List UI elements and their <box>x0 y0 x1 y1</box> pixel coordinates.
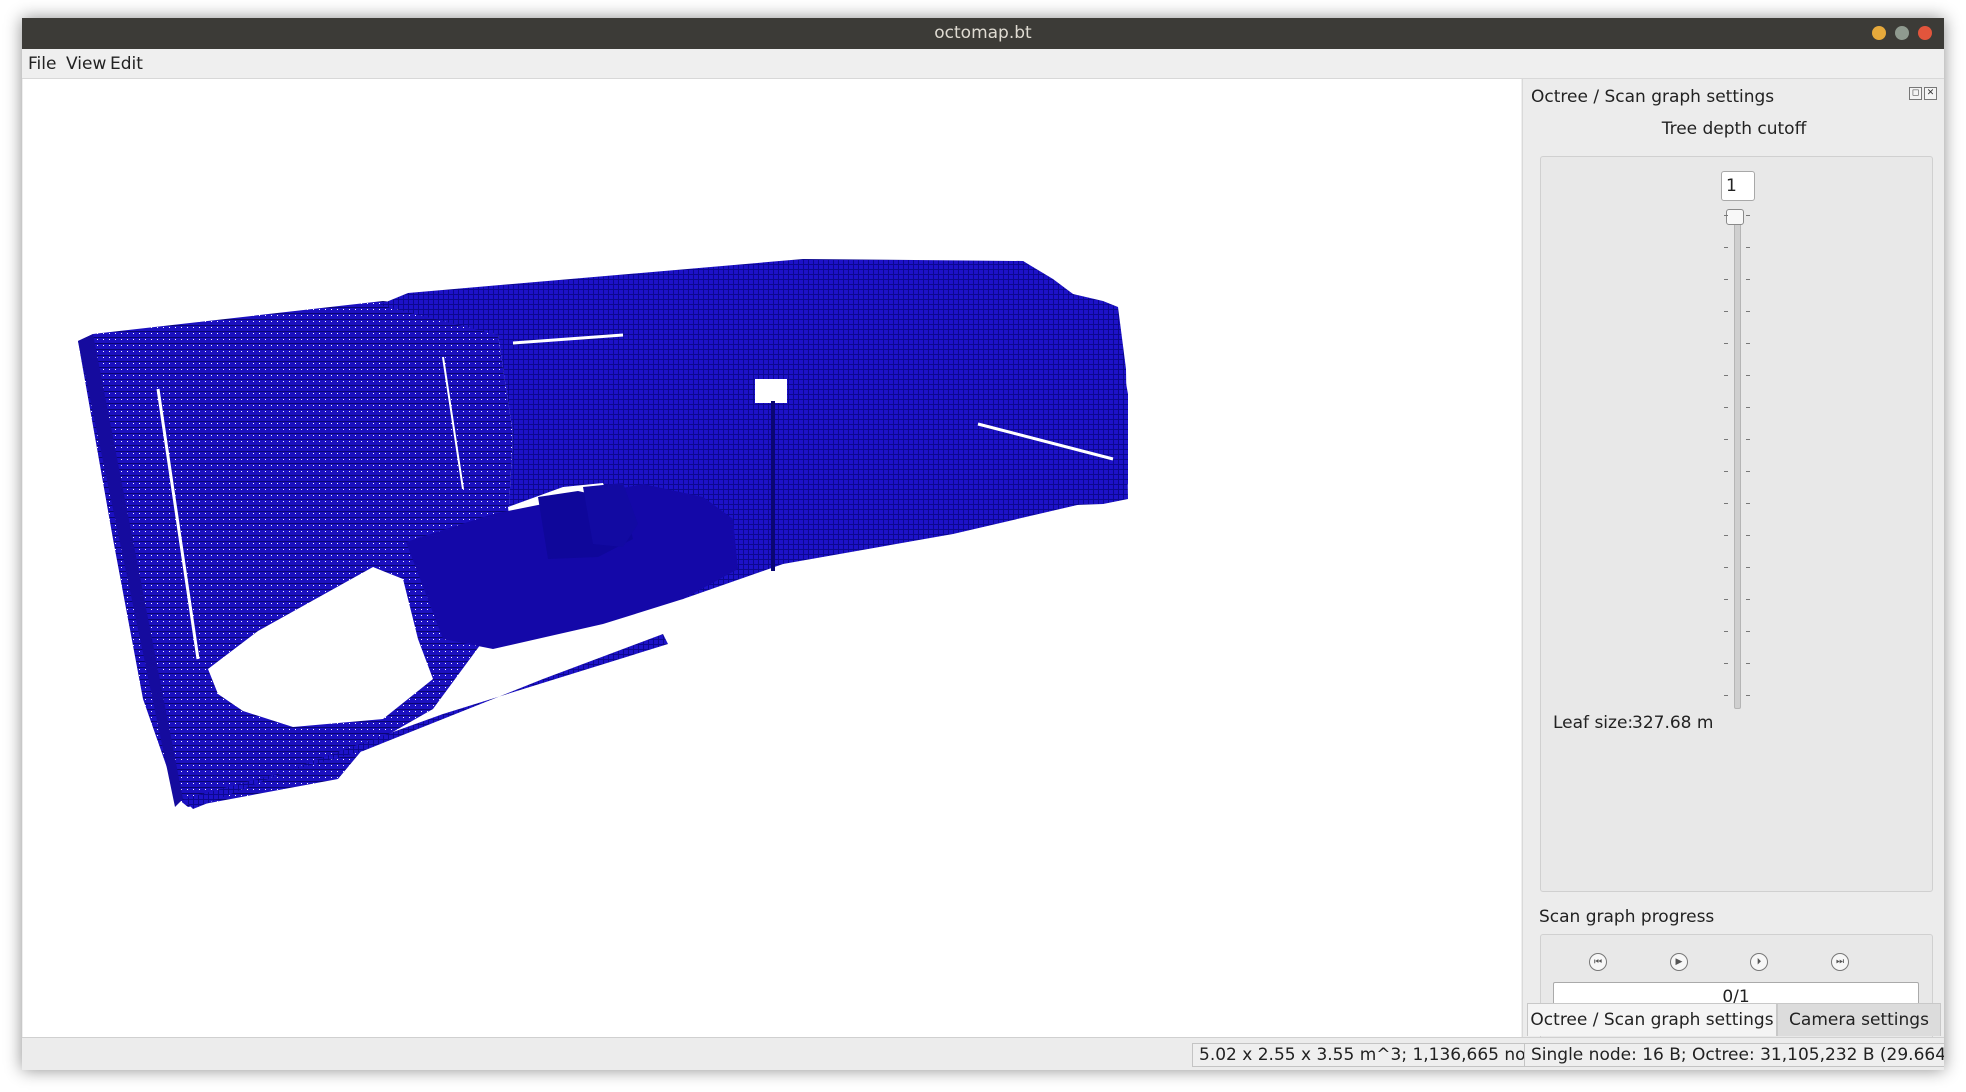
rewind-icon: ⏮ <box>1589 953 1607 971</box>
slider-tick <box>1724 407 1728 408</box>
leaf-size-value: 327.68 m <box>1632 713 1714 733</box>
slider-tick <box>1724 439 1728 440</box>
right-wall <box>823 261 1128 539</box>
slider-tick <box>1746 567 1750 568</box>
play-icon: ▶ <box>1670 953 1688 971</box>
play-button[interactable]: ▶ <box>1666 949 1692 975</box>
depth-slider-track[interactable] <box>1734 215 1741 709</box>
depth-spinbox[interactable]: 1 <box>1721 171 1755 201</box>
slider-tick <box>1746 311 1750 312</box>
slider-tick <box>1746 407 1750 408</box>
minimize-icon[interactable] <box>1872 26 1886 40</box>
menu-file[interactable]: File <box>28 54 56 74</box>
scan-progress-label: Scan graph progress <box>1539 907 1715 927</box>
slider-tick <box>1724 471 1728 472</box>
close-icon[interactable] <box>1918 26 1932 40</box>
window-controls <box>1872 26 1932 40</box>
slider-tick <box>1746 343 1750 344</box>
title-bar: octomap.bt <box>22 18 1944 49</box>
tab-camera-settings[interactable]: Camera settings <box>1777 1003 1941 1036</box>
3d-viewport[interactable] <box>23 79 1521 1037</box>
octomap-render <box>78 259 1128 809</box>
slider-tick <box>1724 663 1728 664</box>
slider-tick <box>1724 343 1728 344</box>
menu-bar: File View Edit <box>22 49 1944 79</box>
leaf-size-label: Leaf size: <box>1553 713 1634 733</box>
floor-lamp-pole <box>771 401 775 571</box>
slider-tick <box>1724 311 1728 312</box>
slider-tick <box>1746 375 1750 376</box>
dock-tabs: Octree / Scan graph settings Camera sett… <box>1523 1003 1944 1037</box>
float-icon[interactable]: ◻ <box>1909 87 1922 100</box>
maximize-icon[interactable] <box>1895 26 1909 40</box>
slider-tick <box>1724 279 1728 280</box>
close-icon[interactable]: ✕ <box>1924 87 1937 100</box>
rewind-button[interactable]: ⏮ <box>1585 949 1611 975</box>
slider-tick <box>1724 535 1728 536</box>
settings-dock: Octree / Scan graph settings ◻ ✕ Tree de… <box>1522 79 1944 1040</box>
tab-octree-settings[interactable]: Octree / Scan graph settings <box>1527 1003 1777 1036</box>
slider-tick <box>1746 599 1750 600</box>
slider-tick <box>1724 503 1728 504</box>
skip-end-button[interactable]: ⏭ <box>1827 949 1853 975</box>
slider-tick <box>1724 247 1728 248</box>
slider-tick <box>1724 375 1728 376</box>
status-memory: Single node: 16 B; Octree: 31,105,232 B … <box>1524 1043 1944 1067</box>
slider-tick <box>1724 695 1728 696</box>
slider-tick <box>1746 215 1750 216</box>
tree-depth-group: 1 Leaf size: 327.68 m <box>1540 156 1933 892</box>
status-bar: 5.02 x 2.55 x 3.55 m^3; 1,136,665 nodes … <box>22 1037 1944 1070</box>
app-window: octomap.bt File View Edit Octree / Scan … <box>22 18 1944 1070</box>
slider-tick <box>1746 695 1750 696</box>
slider-tick <box>1746 503 1750 504</box>
slider-tick <box>1746 663 1750 664</box>
menu-edit[interactable]: Edit <box>110 54 143 74</box>
window-title: octomap.bt <box>934 23 1032 43</box>
slider-tick <box>1724 215 1728 216</box>
slider-tick <box>1724 599 1728 600</box>
status-dimensions: 5.02 x 2.55 x 3.55 m^3; 1,136,665 nodes <box>1192 1043 1563 1067</box>
forward-icon: ⏵ <box>1750 953 1768 971</box>
slider-tick <box>1746 631 1750 632</box>
slider-tick <box>1746 535 1750 536</box>
slider-tick <box>1746 471 1750 472</box>
slider-tick <box>1746 247 1750 248</box>
depth-slider-handle[interactable] <box>1726 209 1744 225</box>
tree-depth-label: Tree depth cutoff <box>1661 119 1807 139</box>
dock-title: Octree / Scan graph settings <box>1531 87 1775 107</box>
slider-tick <box>1724 631 1728 632</box>
floor-lamp-shade <box>755 379 787 403</box>
slider-tick <box>1746 439 1750 440</box>
skip-end-icon: ⏭ <box>1831 953 1849 971</box>
slider-tick <box>1746 279 1750 280</box>
menu-view[interactable]: View <box>66 54 106 74</box>
dock-controls: ◻ ✕ <box>1909 87 1937 100</box>
slider-tick <box>1724 567 1728 568</box>
forward-button[interactable]: ⏵ <box>1746 949 1772 975</box>
